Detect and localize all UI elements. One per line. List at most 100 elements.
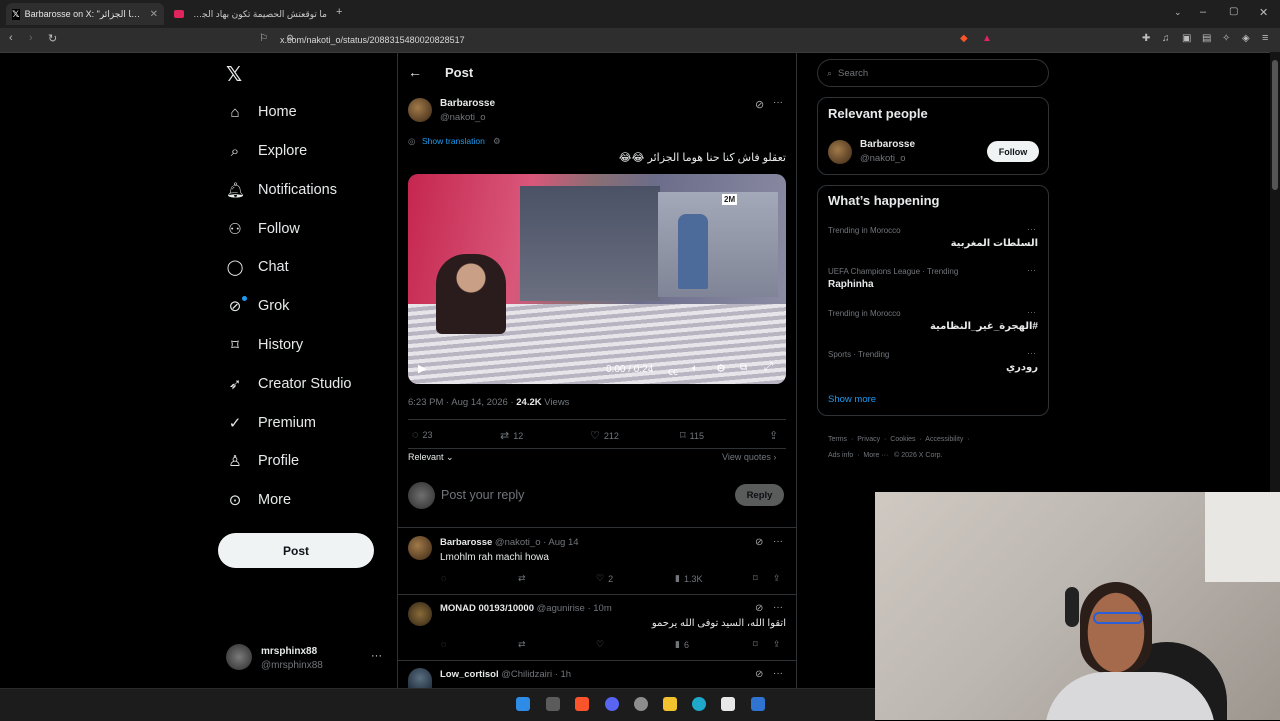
- reply-bookmark-action[interactable]: ⌑: [753, 639, 758, 650]
- reply-like-action[interactable]: ♡: [596, 639, 604, 650]
- reply-avatar[interactable]: [408, 668, 432, 688]
- show-more-link[interactable]: Show more: [828, 394, 876, 405]
- footer-more[interactable]: More: [863, 452, 879, 459]
- chatgpt-icon[interactable]: [634, 697, 648, 711]
- captions-icon[interactable]: ㏄: [668, 363, 678, 378]
- reload-icon[interactable]: ↻: [48, 32, 57, 45]
- nav-explore[interactable]: ⌕ Explore: [226, 137, 307, 165]
- reply-share-action[interactable]: ⇪: [773, 639, 781, 650]
- reply-repost-action[interactable]: ⇄: [518, 573, 526, 584]
- share-action[interactable]: ⇪: [769, 429, 778, 442]
- reply-repost-action[interactable]: ⇄: [518, 639, 526, 650]
- grok-explain-icon[interactable]: ⊘: [755, 98, 764, 111]
- media-icon[interactable]: ♫: [1162, 33, 1170, 44]
- footer-ads-info[interactable]: Ads info: [828, 452, 853, 459]
- nav-chat[interactable]: ◯ Chat: [226, 253, 289, 281]
- search-box[interactable]: ⌕ Search: [817, 59, 1049, 87]
- bookmark-page-icon[interactable]: ⚐: [259, 33, 268, 44]
- nav-follow[interactable]: ⚇ Follow: [226, 215, 300, 243]
- grok-explain-icon[interactable]: ⊘: [755, 669, 763, 680]
- settings-icon[interactable]: ⚙: [493, 136, 501, 147]
- reply-views-action[interactable]: ▮ 6: [675, 639, 689, 650]
- person-avatar[interactable]: [828, 140, 852, 164]
- reply-bookmark-action[interactable]: ⌑: [753, 573, 758, 584]
- trend-topic[interactable]: Raphinha: [828, 279, 874, 290]
- author-handle[interactable]: @nakoti_o: [440, 112, 486, 123]
- trend-more-icon[interactable]: ···: [1027, 265, 1036, 275]
- reply-more-icon[interactable]: ···: [773, 602, 783, 613]
- nav-premium[interactable]: ✓ Premium: [226, 409, 316, 437]
- account-avatar[interactable]: [226, 644, 252, 670]
- brave-browser-icon[interactable]: [575, 697, 589, 711]
- bookmark-action[interactable]: ⌑ 115: [680, 429, 704, 442]
- nav-notifications[interactable]: 🔔︎ Notifications: [226, 176, 337, 204]
- video-player[interactable]: 2M ▶ 0:00 / 0:24 ㏄ 🔈︎ ⚙ ⧉ ⤢: [408, 174, 786, 384]
- nav-grok[interactable]: ⊘ Grok: [226, 292, 290, 320]
- footer-cookies[interactable]: Cookies: [890, 436, 915, 443]
- video-settings-icon[interactable]: ⚙: [716, 362, 726, 375]
- footer-terms[interactable]: Terms: [828, 436, 847, 443]
- windows-start-icon[interactable]: [516, 697, 530, 711]
- author-avatar[interactable]: [408, 98, 432, 122]
- nav-history[interactable]: ⌑ History: [226, 331, 303, 359]
- discord-icon[interactable]: [605, 697, 619, 711]
- follow-button[interactable]: Follow: [987, 141, 1039, 162]
- compose-post-button[interactable]: Post: [218, 533, 374, 568]
- maximize-icon[interactable]: ▢: [1229, 6, 1238, 17]
- trend-more-icon[interactable]: ···: [1027, 307, 1036, 317]
- scrollbar-thumb[interactable]: [1272, 60, 1278, 190]
- reply-reply-action[interactable]: ◌: [441, 573, 446, 583]
- reply-more-icon[interactable]: ···: [773, 668, 783, 679]
- footer-accessibility[interactable]: Accessibility: [925, 436, 963, 443]
- minimize-icon[interactable]: –: [1200, 6, 1206, 18]
- search-input[interactable]: Search: [838, 68, 868, 79]
- reply-author-name[interactable]: Low_cortisol: [440, 669, 499, 680]
- post-more-icon[interactable]: ···: [773, 97, 783, 108]
- trend-more-icon[interactable]: ···: [1027, 348, 1036, 358]
- reply-handle[interactable]: @agunirise · 10m: [537, 603, 612, 614]
- like-action[interactable]: ♡ 212: [590, 429, 619, 442]
- reply-more-icon[interactable]: ···: [773, 536, 783, 547]
- play-icon[interactable]: ▶: [418, 362, 426, 375]
- sidebar-icon[interactable]: ▣: [1182, 33, 1191, 44]
- trend-topic[interactable]: #الهجرة_غير_النظامية: [828, 321, 1038, 332]
- fullscreen-icon[interactable]: ⤢: [764, 361, 773, 374]
- view-quotes-link[interactable]: View quotes ›: [722, 452, 776, 462]
- person-handle[interactable]: @nakoti_o: [860, 153, 906, 164]
- new-tab-icon[interactable]: +: [336, 6, 342, 18]
- nav-home[interactable]: ⌂ Home: [226, 98, 296, 126]
- person-name[interactable]: Barbarosse: [860, 139, 915, 150]
- grok-explain-icon[interactable]: ⊘: [755, 603, 763, 614]
- window-close-icon[interactable]: ✕: [1259, 6, 1268, 19]
- repost-action[interactable]: ⇄ 12: [500, 429, 523, 442]
- forward-icon[interactable]: ›: [29, 32, 33, 44]
- pip-icon[interactable]: ⧉: [740, 362, 747, 373]
- file-explorer-icon[interactable]: [663, 697, 677, 711]
- back-arrow-icon[interactable]: ←: [408, 64, 422, 80]
- browser-tab-active[interactable]: 𝕏 Barbarosse on X: "تعقلو فاش كنا حنا هو…: [6, 3, 164, 25]
- tab-search-icon[interactable]: ⌄: [1174, 7, 1182, 18]
- grok-explain-icon[interactable]: ⊘: [755, 537, 763, 548]
- x-logo-icon[interactable]: 𝕏: [226, 62, 242, 87]
- leo-icon[interactable]: ✧: [1222, 33, 1230, 44]
- url-field[interactable]: x.com/nakoti_o/status/208831548002082851…: [280, 31, 1000, 49]
- edge-browser-icon[interactable]: [692, 697, 706, 711]
- reply-button[interactable]: Reply: [735, 484, 784, 506]
- reply-like-action[interactable]: ♡ 2: [596, 573, 613, 584]
- show-translation-link[interactable]: Show translation: [422, 136, 485, 146]
- sort-relevant[interactable]: Relevant ⌄: [408, 452, 454, 463]
- store-icon[interactable]: [721, 697, 735, 711]
- extensions-icon[interactable]: ✚: [1142, 33, 1150, 44]
- reply-share-action[interactable]: ⇪: [773, 573, 781, 584]
- reply-handle[interactable]: @Chilidzairi · 1h: [501, 669, 571, 680]
- footer-privacy[interactable]: Privacy: [857, 436, 880, 443]
- nav-more[interactable]: ⊙ More: [226, 486, 291, 514]
- reply-avatar[interactable]: [408, 536, 432, 560]
- account-menu-icon[interactable]: ···: [371, 650, 382, 662]
- reply-handle[interactable]: @nakoti_o · Aug 14: [495, 537, 579, 548]
- trend-topic[interactable]: رودري: [828, 362, 1038, 373]
- nav-creator-studio[interactable]: ➶ Creator Studio: [226, 370, 352, 398]
- reply-action[interactable]: ◌ 23: [412, 429, 433, 441]
- reply-author-name[interactable]: MONAD 00193/10000: [440, 603, 534, 614]
- close-tab-icon[interactable]: ✕: [150, 9, 158, 20]
